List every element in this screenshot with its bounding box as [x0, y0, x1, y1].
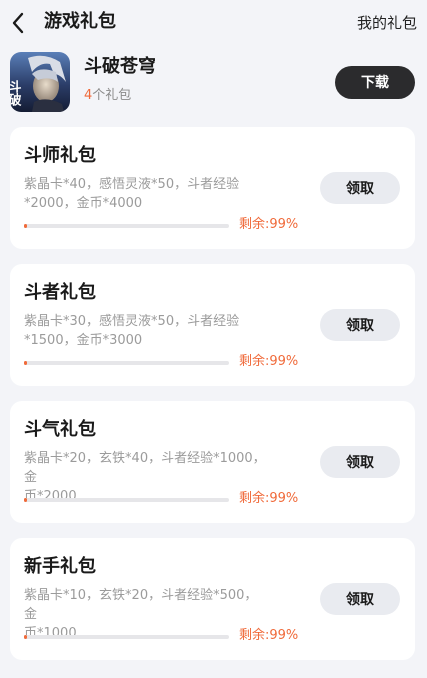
game-info: 斗破 斗破苍穹 4个礼包 下载: [0, 50, 427, 116]
download-button[interactable]: 下载: [335, 66, 415, 99]
remaining-progress-fill: [24, 498, 28, 502]
gift-description-line: *2000，金币*4000: [24, 196, 143, 211]
gift-description-line: 紫晶卡*30，感悟灵液*50，斗者经验: [24, 314, 240, 329]
game-name: 斗破苍穹: [84, 56, 156, 77]
remaining-progress-bar: [24, 635, 229, 639]
page-title: 游戏礼包: [44, 11, 116, 32]
gift-count-label: 个礼包: [92, 88, 132, 103]
gift-description: 紫晶卡*30，感悟灵液*50，斗者经验 *1500，金币*3000: [24, 312, 269, 350]
remaining-progress-bar: [24, 498, 229, 502]
game-icon-text: 斗破: [10, 80, 21, 107]
remaining-label: 剩余:99%: [239, 491, 299, 506]
back-button[interactable]: [8, 10, 30, 36]
gift-description: 紫晶卡*40，感悟灵液*50，斗者经验 *2000，金币*4000: [24, 175, 269, 213]
chevron-left-icon: [12, 12, 24, 34]
remaining-progress-fill: [24, 224, 28, 228]
gift-count: 4个礼包: [84, 87, 131, 105]
my-gifts-link[interactable]: 我的礼包: [357, 12, 417, 34]
gift-card: 新手礼包 紫晶卡*10，玄铁*20，斗者经验*500，金 币*1000 剩余:99…: [10, 538, 415, 660]
gift-description-line: 紫晶卡*10，玄铁*20，斗者经验*500，金: [24, 588, 258, 622]
claim-button[interactable]: 领取: [320, 583, 400, 615]
gift-card: 斗师礼包 紫晶卡*40，感悟灵液*50，斗者经验 *2000，金币*4000 剩余…: [10, 127, 415, 249]
remaining-label: 剩余:99%: [239, 354, 299, 369]
gift-card: 斗气礼包 紫晶卡*20，玄铁*40，斗者经验*1000，金 币*2000 剩余:9…: [10, 401, 415, 523]
remaining-label: 剩余:99%: [239, 217, 299, 232]
claim-button[interactable]: 领取: [320, 446, 400, 478]
gift-card: 斗者礼包 紫晶卡*30，感悟灵液*50，斗者经验 *1500，金币*3000 剩余…: [10, 264, 415, 386]
remaining-progress-fill: [24, 635, 28, 639]
gift-description-line: 紫晶卡*40，感悟灵液*50，斗者经验: [24, 177, 240, 192]
remaining-label: 剩余:99%: [239, 628, 299, 643]
claim-button[interactable]: 领取: [320, 172, 400, 204]
remaining-progress-bar: [24, 361, 229, 365]
claim-button[interactable]: 领取: [320, 309, 400, 341]
gift-title: 斗气礼包: [24, 419, 96, 440]
remaining-progress-bar: [24, 224, 229, 228]
game-icon[interactable]: 斗破: [10, 52, 70, 112]
gift-title: 新手礼包: [24, 556, 96, 577]
remaining-progress-fill: [24, 361, 28, 365]
gift-description-line: *1500，金币*3000: [24, 333, 143, 348]
gift-description-line: 紫晶卡*20，玄铁*40，斗者经验*1000，金: [24, 451, 266, 485]
gift-title: 斗师礼包: [24, 145, 96, 166]
gift-title: 斗者礼包: [24, 282, 96, 303]
header: 游戏礼包 我的礼包: [0, 0, 427, 46]
